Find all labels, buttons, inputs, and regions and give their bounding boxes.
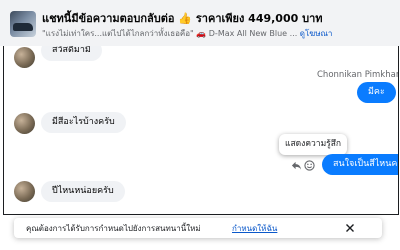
chat-header: แชทนี้มีข้อความตอบกลับต่อ 👍 ราคาเพียง 44…	[0, 0, 400, 46]
close-icon[interactable]	[344, 222, 356, 234]
sender-name: Chonnikan Pimkham	[317, 70, 399, 80]
avatar	[14, 181, 35, 202]
reassign-message: คุณต้องการได้รับการกำหนดไปยังการสนทนานี้…	[26, 224, 201, 233]
view-ad-link[interactable]: ดูโฆษณา	[300, 29, 333, 38]
assign-to-me-link[interactable]: กำหนดให้ฉัน	[232, 222, 277, 235]
react-tooltip: แสดงความรู้สึก	[279, 134, 348, 155]
outgoing-message[interactable]: สนใจเป็นสีไหนคะ	[322, 154, 398, 175]
message-thread[interactable]: สวัสดีมามี Chonnikan Pimkham มีคะ มีสีอะ…	[3, 46, 399, 215]
incoming-message[interactable]: สวัสดีมามี	[41, 46, 102, 61]
ad-description: "แรงไม่เท่าใคร...แต่ไปได้ไกลกว่าทั้งเธอค…	[42, 29, 298, 38]
chat-title: แชทนี้มีข้อความตอบกลับต่อ 👍 ราคาเพียง 44…	[42, 12, 323, 25]
incoming-message[interactable]: ปีไหนหน่อยครับ	[41, 181, 125, 202]
outgoing-message[interactable]: มีคะ	[357, 82, 396, 103]
avatar	[14, 47, 35, 68]
smiley-icon[interactable]	[304, 160, 315, 171]
incoming-message[interactable]: มีสีอะไรบ้างครับ	[41, 112, 126, 133]
reassign-banner: คุณต้องการได้รับการกำหนดไปยังการสนทนานี้…	[14, 218, 382, 238]
ad-subtitle: "แรงไม่เท่าใคร...แต่ไปได้ไกลกว่าทั้งเธอค…	[42, 27, 394, 40]
avatar	[14, 113, 35, 134]
ad-thumbnail[interactable]	[10, 11, 36, 37]
reply-icon[interactable]	[291, 160, 302, 171]
